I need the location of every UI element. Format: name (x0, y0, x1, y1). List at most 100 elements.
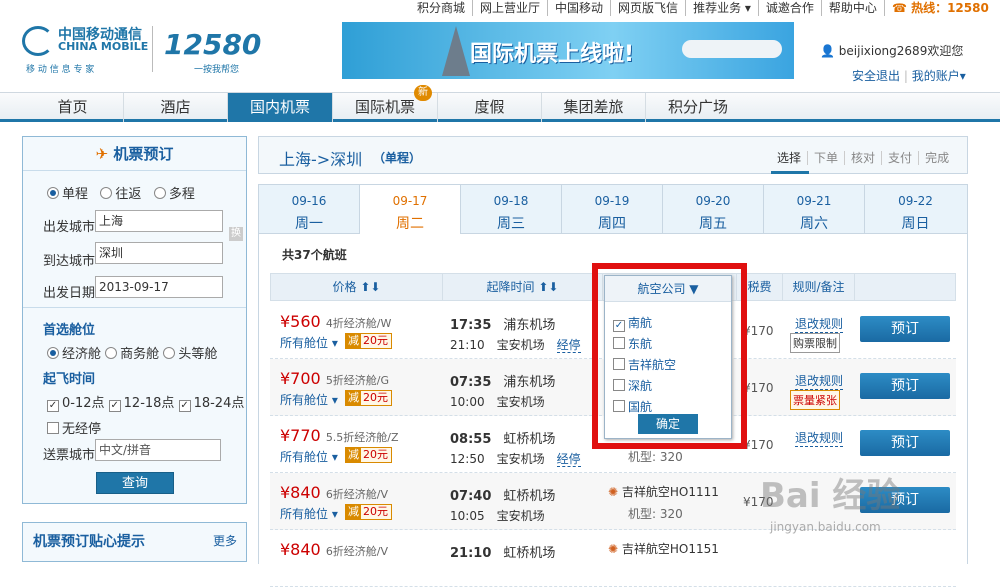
logout-link[interactable]: 安全退出 (852, 69, 900, 83)
toplink-2[interactable]: 中国移动 (548, 0, 612, 16)
account-link[interactable]: 我的账户▾ (912, 69, 966, 83)
nav-hotel[interactable]: 酒店 (124, 93, 228, 122)
aircraft-model: 机型: 320 (628, 507, 683, 521)
to-city-input[interactable]: 深圳 (95, 242, 223, 264)
all-cabins-link[interactable]: 所有舱位 ▾ (280, 448, 338, 465)
flight-price: ¥770 5.5折经济舱/Z (280, 426, 399, 445)
nav-domestic-flights[interactable]: 国内机票 (228, 93, 333, 122)
plane-icon: ✈ (95, 145, 109, 163)
all-cabins-link[interactable]: 所有舱位 ▾ (280, 391, 338, 408)
tax-value: ¥170 (743, 381, 774, 395)
book-button[interactable]: 预订 (860, 373, 950, 399)
tips-more-link[interactable]: 更多 (213, 532, 237, 549)
stopover-link[interactable]: 经停 (556, 452, 581, 467)
route-text: 上海->深圳 (279, 150, 363, 169)
discount-badge: 减 20元 (345, 333, 392, 349)
toplink-5[interactable]: 诚邀合作 (759, 0, 822, 16)
arr-airport: 宝安机场 (496, 395, 545, 409)
date-tab[interactable]: 09-22 周日 (865, 185, 966, 234)
toplink-0[interactable]: 积分商城 (410, 0, 474, 16)
dep-time: 21:10 (450, 546, 492, 561)
discount-badge: 减 20元 (345, 390, 392, 406)
cabin-economy-radio[interactable] (47, 347, 59, 359)
flight-price: ¥840 6折经济舱/V (280, 540, 388, 559)
date-tab-date: 09-19 (594, 194, 630, 208)
all-cabins-link[interactable]: 所有舱位 ▾ (280, 334, 338, 351)
flight-row: ¥840 6折经济舱/V 21:10 虹桥机场 ✺ 吉祥航空HO1151 (270, 530, 956, 587)
trip-oneway-radio[interactable] (47, 187, 59, 199)
trip-return-label: 往返 (115, 187, 142, 202)
cabin-first-radio[interactable] (163, 347, 176, 359)
promo-banner[interactable]: 国际机票上线啦! (342, 22, 794, 79)
logo-divider (152, 26, 153, 72)
nav-vacation[interactable]: 度假 (438, 93, 542, 122)
nav-home[interactable]: 首页 (22, 93, 124, 122)
price-value: ¥840 (280, 540, 321, 559)
time-18-24-check[interactable]: ✓ (178, 400, 191, 412)
date-tab[interactable]: 09-19 周四 (562, 185, 663, 234)
nav-corporate[interactable]: 集团差旅 (542, 93, 646, 122)
cabin-class: 5折经济舱/G (325, 374, 390, 387)
time-0-12-check[interactable]: ✓ (47, 400, 59, 412)
cabin-business-label: 商务舱 (120, 347, 160, 362)
toplink-6[interactable]: 帮助中心 (822, 0, 885, 16)
sort-time[interactable]: 起降时间 ⬆⬇ (443, 274, 603, 300)
discount-amount: 20元 (363, 334, 388, 347)
delivery-city-input[interactable]: 中文/拼音 (95, 439, 221, 461)
user-name: beijixiong2689欢迎您 (838, 44, 964, 58)
date-tab-date: 09-22 (898, 194, 933, 208)
date-tab-date: 09-17 (392, 194, 428, 208)
arr-airport: 宝安机场 (496, 509, 545, 523)
time-title: 起飞时间 (43, 372, 96, 387)
toplink-1[interactable]: 网上营业厅 (473, 0, 549, 16)
date-tab[interactable]: 09-20 周五 (663, 185, 764, 234)
flight-price: ¥560 4折经济舱/W (280, 312, 391, 331)
time-12-18-check[interactable]: ✓ (108, 400, 121, 412)
refund-rule-link[interactable]: 退改规则 (795, 372, 844, 390)
cabin-business-radio[interactable] (105, 347, 118, 359)
juneyao-logo-icon: ✺ (608, 542, 619, 556)
refund-rule-link[interactable]: 退改规则 (795, 429, 844, 447)
dep-airport: 虹桥机场 (503, 432, 556, 447)
date-tab-weekday: 周日 (901, 216, 930, 232)
flight-price: ¥700 5折经济舱/G (280, 369, 389, 388)
dep-airport: 浦东机场 (503, 375, 556, 390)
sort-price[interactable]: 价格 ⬆⬇ (271, 274, 443, 300)
step-pay: 支付 (882, 151, 920, 165)
date-tab-active[interactable]: 09-17 周二 (360, 185, 461, 234)
date-tab[interactable]: 09-18 周三 (461, 185, 562, 234)
book-button[interactable]: 预订 (860, 316, 950, 342)
stopover-link[interactable]: 经停 (556, 338, 581, 353)
time-group: ✓ 0-12点 ✓ 12-18点 ✓ 18-24点 (47, 392, 244, 412)
nav-points[interactable]: 积分广场 (646, 93, 750, 122)
trip-multi-radio[interactable] (153, 187, 166, 199)
watermark-url: jingyan.baidu.com (770, 520, 881, 534)
trip-return-radio[interactable] (100, 187, 113, 199)
discount-icon: 减 (346, 334, 361, 348)
date-input[interactable]: 2013-09-17 (95, 276, 223, 298)
toplink-3[interactable]: 网页版飞信 (611, 0, 687, 16)
arr-time: 12:50 (450, 452, 485, 466)
toplink-4[interactable]: 推荐业务 ▾ (686, 0, 759, 16)
logo[interactable]: 中国移动通信 CHINA MOBILE 移 动 信 息 专 家 12580 一按… (22, 24, 297, 76)
refund-rule-link[interactable]: 退改规则 (795, 315, 844, 333)
hotline: ☎ 热线：12580 (891, 1, 989, 15)
discount-icon: 减 (346, 505, 361, 519)
tips-box: 机票预订贴心提示 更多 (22, 522, 247, 562)
date-tab[interactable]: 09-16 周一 (259, 185, 360, 234)
all-cabins-link[interactable]: 所有舱位 ▾ (280, 505, 338, 522)
book-button[interactable]: 预订 (860, 430, 950, 456)
from-city-input[interactable]: 上海 (95, 210, 223, 232)
swap-cities-button[interactable]: 换 (229, 227, 243, 241)
nonstop-check[interactable] (47, 422, 59, 434)
flight-count: 共37个航班 (282, 248, 347, 262)
date-tab-weekday: 周六 (800, 216, 828, 232)
search-button[interactable]: 查询 (96, 472, 174, 494)
date-tab[interactable]: 09-21 周六 (764, 185, 865, 234)
china-mobile-logo-icon (22, 26, 54, 56)
cabin-class: 4折经济舱/W (325, 317, 392, 330)
user-area: 👤 beijixiong2689欢迎您 安全退出 | 我的账户▾ (820, 44, 966, 83)
discount-amount: 20元 (363, 505, 388, 518)
airline: ✺ 吉祥航空HO1151 (608, 540, 719, 557)
nav-intl-label: 国际机票 (354, 98, 415, 116)
